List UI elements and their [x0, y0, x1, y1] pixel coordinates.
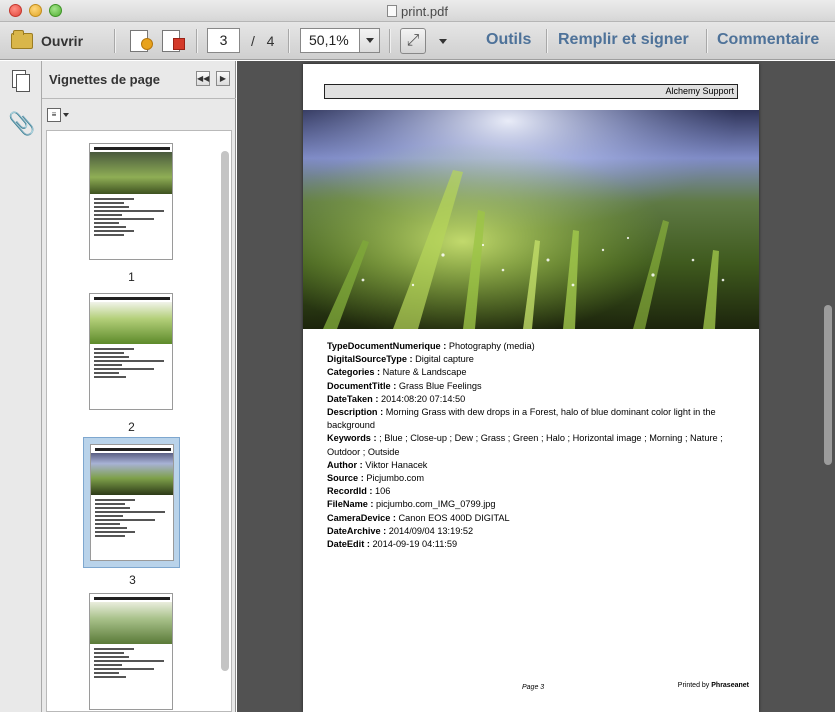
zoom-dropdown-button[interactable] [359, 29, 379, 52]
thumbnail-scrollbar[interactable] [221, 151, 229, 671]
metadata-row: DocumentTitle : Grass Blue Feelings [327, 380, 482, 391]
toolbar-separator [546, 29, 547, 53]
create-pdf-button[interactable] [130, 28, 153, 54]
metadata-row: DateArchive : 2014/09/04 13:19:52 [327, 525, 474, 536]
metadata-row: DateEdit : 2014-09-19 04:11:59 [327, 539, 458, 550]
page-thumbnail-2[interactable]: 2 [83, 287, 180, 434]
metadata-row: Description : Morning Grass with dew dro… [327, 407, 716, 431]
page-footer-number: Page 3 [522, 684, 545, 691]
folder-icon [11, 30, 33, 49]
comment-button[interactable]: Commentaire [717, 31, 819, 49]
page-thumbnail-3[interactable]: 3 [83, 437, 180, 587]
title-bar: print.pdf [0, 0, 835, 22]
attachments-button[interactable]: 📎 [8, 111, 35, 137]
page-header-bar: Alchemy Support [324, 84, 738, 99]
document-scrollbar[interactable] [824, 305, 832, 465]
page-thumbnail-1[interactable]: 1 [83, 137, 180, 284]
page-total: / 4 [251, 33, 274, 49]
grass-photo [303, 110, 759, 329]
options-list-icon: ≡ [47, 108, 61, 122]
metadata-row: DateTaken : 2014:08:20 07:14:50 [327, 393, 466, 404]
thumbnail-page [90, 444, 174, 561]
metadata-row: Author : Viktor Hanacek [327, 459, 428, 470]
toolbar-separator [196, 29, 197, 53]
panel-header: Vignettes de page ◀◀ ▶ [42, 61, 236, 99]
page-thumbnail-4[interactable]: 4 [83, 587, 180, 711]
export-pdf-button[interactable] [162, 28, 185, 54]
pdf-page: Alchemy Support TypeDocumentNumerique: … [303, 64, 759, 712]
toolbar-separator [389, 29, 390, 53]
metadata-row: Source : Picjumbo.com [327, 473, 425, 484]
total-pages: 4 [266, 33, 275, 49]
document-view[interactable]: Alchemy Support TypeDocumentNumerique: … [237, 61, 835, 712]
window-title-text: print.pdf [401, 4, 448, 19]
zoom-value[interactable]: 50,1% [301, 29, 359, 52]
chevron-down-icon [439, 39, 447, 44]
metadata-list: TypeDocumentNumerique : Photography (med… [327, 340, 737, 551]
chevron-down-icon [63, 113, 69, 117]
open-label: Ouvrir [41, 33, 84, 49]
expand-arrows-icon: ⤢ [406, 32, 420, 49]
page-number-input[interactable]: 3 [207, 28, 240, 53]
metadata-row: Categories : Nature & Landscape [327, 367, 467, 378]
navigation-strip: 📎 [0, 61, 42, 712]
toolbar-separator [706, 29, 707, 53]
fit-page-button[interactable]: ⤢ [400, 28, 426, 54]
thumbnail-list[interactable]: 1 2 3 [46, 130, 232, 712]
zoom-select[interactable]: 50,1% [300, 28, 380, 53]
tools-button[interactable]: Outils [486, 31, 531, 49]
metadata-row: TypeDocumentNumerique : Photography (med… [327, 341, 535, 351]
metadata-row: DigitalSourceType : Digital capture [327, 354, 474, 365]
collapse-panel-button[interactable]: ◀◀ [196, 71, 210, 86]
more-options-dropdown[interactable] [439, 39, 447, 44]
thumbnail-number: 1 [128, 270, 135, 284]
thumbnail-page [89, 143, 173, 260]
paperclip-icon: 📎 [8, 111, 36, 136]
thumbnail-number: 2 [128, 420, 135, 434]
toolbar: Ouvrir 3 / 4 50,1% ⤢ Outils Remplir et s… [0, 22, 835, 60]
thumbnail-number: 3 [129, 573, 136, 587]
open-button[interactable]: Ouvrir [11, 28, 83, 54]
panel-title: Vignettes de page [49, 72, 161, 87]
window-title: print.pdf [0, 4, 835, 19]
create-pdf-icon [130, 30, 153, 52]
printed-by-footer: Printed by Phraseanet [677, 682, 749, 689]
page-thumbnails-button[interactable] [6, 67, 36, 97]
pages-icon [16, 74, 30, 92]
export-pdf-icon [162, 30, 185, 52]
pdf-document-icon [387, 5, 397, 17]
thumbnail-page [89, 593, 173, 710]
thumbnails-panel: Vignettes de page ◀◀ ▶ ≡ 1 2 3 [42, 61, 236, 712]
metadata-row: CameraDevice : Canon EOS 400D DIGITAL [327, 512, 510, 523]
expand-panel-button[interactable]: ▶ [216, 71, 230, 86]
chevron-right-icon: ▶ [219, 74, 227, 83]
double-chevron-left-icon: ◀◀ [197, 74, 210, 83]
toolbar-separator [288, 29, 289, 53]
metadata-row: RecordId : 106 [327, 486, 391, 497]
chevron-down-icon [365, 38, 374, 43]
metadata-row: FileName : picjumbo.com_IMG_0799.jpg [327, 499, 496, 510]
thumbnail-options-button[interactable]: ≡ [47, 107, 69, 123]
thumbnail-page [89, 293, 173, 410]
page-separator: / [251, 33, 255, 49]
metadata-row: Keywords : ; Blue ; Close-up ; Dew ; Gra… [327, 433, 723, 457]
fill-and-sign-button[interactable]: Remplir et signer [558, 31, 689, 49]
toolbar-separator [114, 29, 115, 53]
